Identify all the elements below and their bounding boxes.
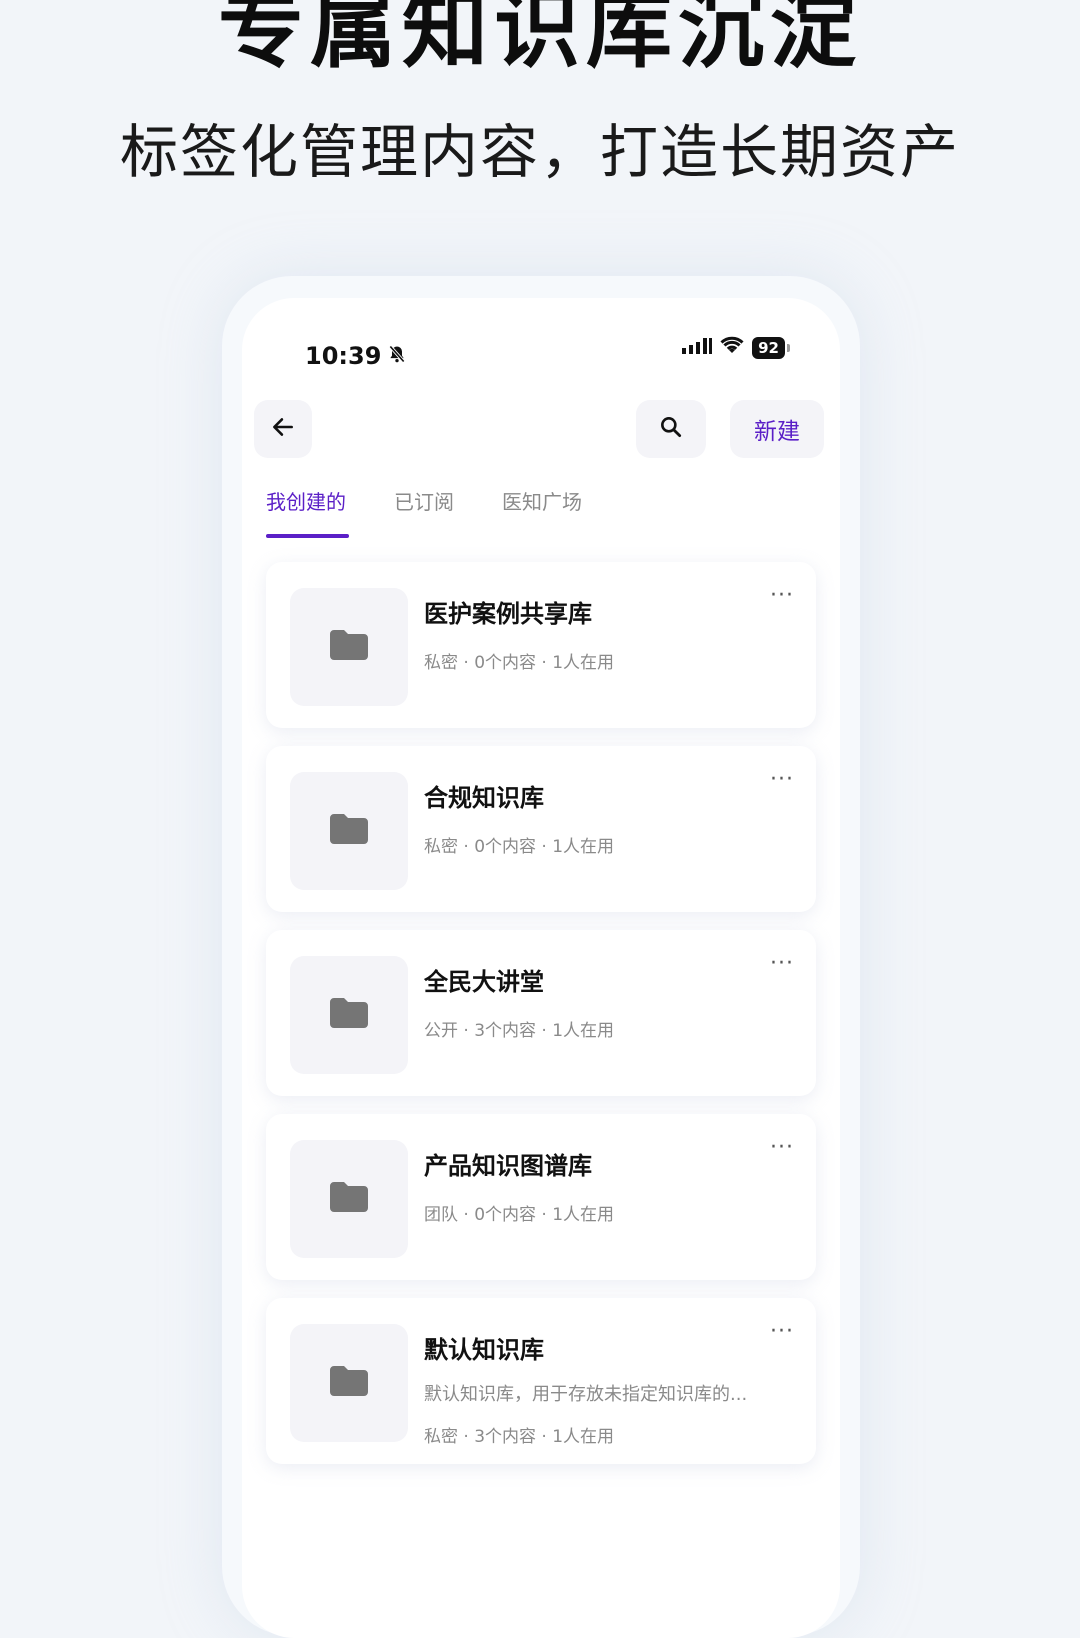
- tab-subscribed[interactable]: 已订阅: [394, 486, 454, 515]
- library-title: 产品知识图谱库: [424, 1152, 592, 1180]
- library-card[interactable]: 默认知识库 默认知识库，用于存放未指定知识库的... 私密 · 3个内容 · 1…: [266, 1298, 816, 1464]
- folder-icon: [328, 996, 370, 1034]
- status-time-group: 10:39: [305, 342, 407, 370]
- folder-icon: [328, 1180, 370, 1218]
- tab-medical-square[interactable]: 医知广场: [502, 486, 582, 515]
- promo-subline: 标签化管理内容，打造长期资产: [119, 118, 960, 186]
- library-title: 医护案例共享库: [424, 600, 592, 628]
- folder-icon: [328, 1364, 370, 1402]
- library-list: 医护案例共享库 私密 · 0个内容 · 1人在用 ··· 合规知识库 私密 · …: [266, 562, 816, 1482]
- library-meta: 私密 · 3个内容 · 1人在用: [424, 1427, 615, 1447]
- library-thumbnail: [290, 956, 408, 1074]
- arrow-left-icon: [270, 414, 296, 444]
- library-card[interactable]: 产品知识图谱库 团队 · 0个内容 · 1人在用 ···: [266, 1114, 816, 1280]
- bell-muted-icon: [387, 342, 407, 370]
- library-title: 合规知识库: [424, 784, 544, 812]
- library-meta: 公开 · 3个内容 · 1人在用: [424, 1021, 615, 1041]
- library-thumbnail: [290, 772, 408, 890]
- more-options-icon[interactable]: ···: [770, 1137, 794, 1159]
- phone-frame: 10:39 92 新建 我创建的 已订阅 医知广场 医护案例共享库 私密 · 0…: [222, 276, 860, 1638]
- more-options-icon[interactable]: ···: [770, 953, 794, 975]
- promo-headline: 专属知识库沉淀: [218, 0, 862, 80]
- wifi-icon: [720, 336, 744, 360]
- library-title: 全民大讲堂: [424, 968, 544, 996]
- folder-icon: [328, 812, 370, 850]
- search-icon: [658, 414, 684, 444]
- more-options-icon[interactable]: ···: [770, 585, 794, 607]
- library-meta: 私密 · 0个内容 · 1人在用: [424, 653, 615, 673]
- back-button[interactable]: [254, 400, 312, 458]
- app-screen: 10:39 92 新建 我创建的 已订阅 医知广场 医护案例共享库 私密 · 0…: [242, 298, 840, 1638]
- library-thumbnail: [290, 588, 408, 706]
- status-time: 10:39: [305, 342, 382, 370]
- tab-my-created[interactable]: 我创建的: [266, 486, 346, 515]
- library-description: 默认知识库，用于存放未指定知识库的...: [424, 1384, 748, 1405]
- more-options-icon[interactable]: ···: [770, 1321, 794, 1343]
- library-meta: 团队 · 0个内容 · 1人在用: [424, 1205, 615, 1225]
- battery-level: 92: [752, 337, 785, 359]
- library-meta: 私密 · 0个内容 · 1人在用: [424, 837, 615, 857]
- library-thumbnail: [290, 1324, 408, 1442]
- library-card[interactable]: 合规知识库 私密 · 0个内容 · 1人在用 ···: [266, 746, 816, 912]
- status-icons: 92: [682, 336, 790, 360]
- library-card[interactable]: 医护案例共享库 私密 · 0个内容 · 1人在用 ···: [266, 562, 816, 728]
- more-options-icon[interactable]: ···: [770, 769, 794, 791]
- library-thumbnail: [290, 1140, 408, 1258]
- search-button[interactable]: [636, 400, 706, 458]
- library-card[interactable]: 全民大讲堂 公开 · 3个内容 · 1人在用 ···: [266, 930, 816, 1096]
- cellular-signal-icon: [682, 336, 713, 360]
- active-tab-indicator: [266, 534, 349, 538]
- new-library-button[interactable]: 新建: [730, 400, 824, 458]
- library-title: 默认知识库: [424, 1336, 544, 1364]
- tab-bar: 我创建的 已订阅 医知广场: [266, 486, 582, 515]
- folder-icon: [328, 628, 370, 666]
- battery-icon: [787, 344, 790, 352]
